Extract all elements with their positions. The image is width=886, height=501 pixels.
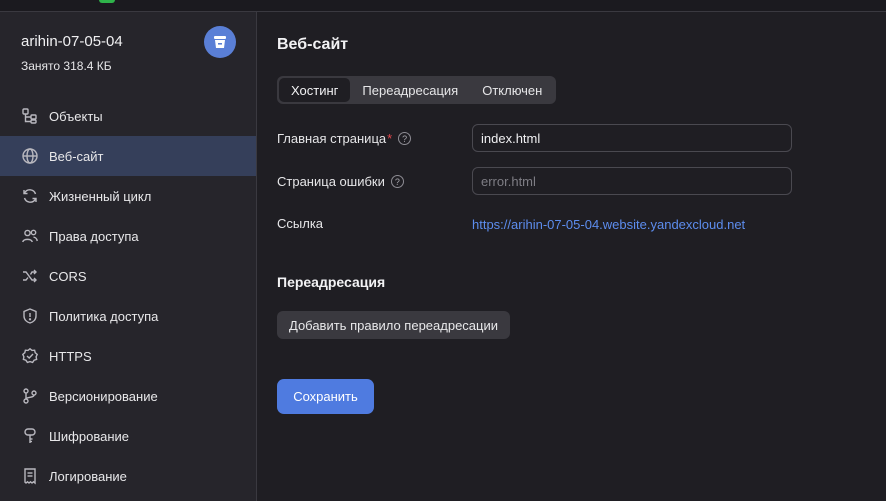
sidebar: arihin-07-05-04 Занято 318.4 КБ Объекты xyxy=(0,12,257,501)
hosting-mode-tabs: Хостинг Переадресация Отключен xyxy=(277,76,557,104)
bucket-usage: Занято 318.4 КБ xyxy=(21,59,112,73)
branch-icon xyxy=(21,387,39,405)
website-link[interactable]: https://arihin-07-05-04.website.yandexcl… xyxy=(472,217,745,232)
error-page-input[interactable] xyxy=(472,167,792,195)
sidebar-item-versioning[interactable]: Версионирование xyxy=(0,376,256,416)
help-icon[interactable]: ? xyxy=(390,175,404,188)
main-panel: Веб-сайт Хостинг Переадресация Отключен … xyxy=(258,12,886,501)
sidebar-item-lifecycle[interactable]: Жизненный цикл xyxy=(0,176,256,216)
main-page-label: Главная страница * ? xyxy=(277,131,412,146)
sidebar-item-access-policy[interactable]: Политика доступа xyxy=(0,296,256,336)
sidebar-item-label: Веб-сайт xyxy=(49,148,104,164)
sidebar-item-label: CORS xyxy=(49,268,87,284)
sidebar-item-encryption[interactable]: Шифрование xyxy=(0,416,256,456)
sidebar-nav: Объекты Веб-сайт Жизненный цикл Права до… xyxy=(0,96,256,496)
add-redirect-rule-button[interactable]: Добавить правило переадресации xyxy=(277,311,511,339)
link-label: Ссылка xyxy=(277,216,324,231)
sidebar-item-label: Права доступа xyxy=(49,228,139,244)
sidebar-item-label: Жизненный цикл xyxy=(49,188,152,204)
help-icon[interactable]: ? xyxy=(398,132,412,145)
sidebar-item-access-rights[interactable]: Права доступа xyxy=(0,216,256,256)
cycle-icon xyxy=(21,187,39,205)
key-icon xyxy=(21,427,39,445)
tab-hosting[interactable]: Хостинг xyxy=(279,78,351,102)
sidebar-item-label: Версионирование xyxy=(49,388,158,404)
sidebar-item-website[interactable]: Веб-сайт xyxy=(0,136,256,176)
tab-disabled[interactable]: Отключен xyxy=(470,78,554,102)
sidebar-item-label: Логирование xyxy=(49,468,127,484)
save-button[interactable]: Сохранить xyxy=(277,379,374,414)
sidebar-item-label: Шифрование xyxy=(49,428,129,444)
globe-icon xyxy=(21,147,39,165)
sidebar-item-label: Политика доступа xyxy=(49,308,159,324)
top-indicator xyxy=(99,0,115,3)
main-page-input[interactable] xyxy=(472,124,792,152)
sidebar-item-label: Объекты xyxy=(49,108,103,124)
error-page-label: Страница ошибки ? xyxy=(277,174,404,189)
sidebar-item-objects[interactable]: Объекты xyxy=(0,96,256,136)
bucket-icon[interactable] xyxy=(204,26,236,58)
sidebar-item-label: HTTPS xyxy=(49,348,92,364)
top-bar xyxy=(0,0,886,12)
tab-redirect[interactable]: Переадресация xyxy=(350,78,470,102)
sidebar-item-cors[interactable]: CORS xyxy=(0,256,256,296)
required-mark: * xyxy=(387,131,393,146)
log-icon xyxy=(21,467,39,485)
shield-icon xyxy=(21,307,39,325)
sidebar-item-logging[interactable]: Логирование xyxy=(0,456,256,496)
users-icon xyxy=(21,227,39,245)
objects-tree-icon xyxy=(21,107,39,125)
page-title: Веб-сайт xyxy=(277,36,349,53)
redirect-section-title: Переадресация xyxy=(277,274,386,290)
shuffle-icon xyxy=(21,267,39,285)
sidebar-item-https[interactable]: HTTPS xyxy=(0,336,256,376)
main-page-label-text: Главная страница xyxy=(277,131,387,146)
error-page-label-text: Страница ошибки xyxy=(277,174,385,189)
bucket-name: arihin-07-05-04 xyxy=(21,33,123,50)
check-badge-icon xyxy=(21,347,39,365)
